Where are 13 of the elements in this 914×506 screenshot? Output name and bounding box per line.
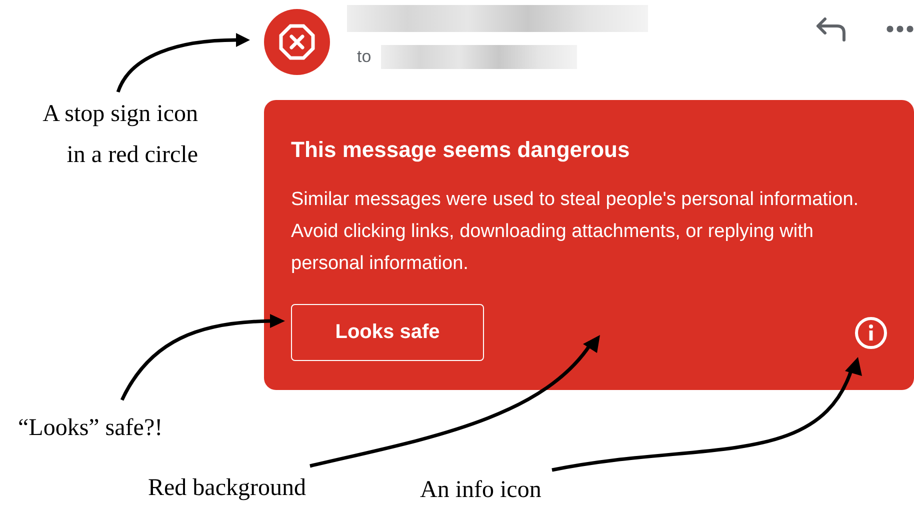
annotation-text: in a red circle [66, 141, 198, 170]
stop-sign-icon [264, 9, 330, 75]
warning-title: This message seems dangerous [291, 136, 631, 164]
info-icon[interactable] [854, 316, 888, 350]
annotation-text: “Looks” safe?! [18, 414, 163, 443]
annotation-text: A stop sign icon [42, 100, 198, 129]
more-icon[interactable] [886, 25, 914, 33]
recipient-label: to [357, 47, 372, 67]
annotation-text: Red background [148, 474, 306, 503]
annotation-text: An info icon [420, 476, 542, 505]
looks-safe-button[interactable]: Looks safe [291, 304, 484, 361]
reply-icon[interactable] [815, 16, 847, 42]
warning-message: Similar messages were used to steal people's personal information. Avoid clicking links, downloading attachments, or replying with personal information. [291, 188, 860, 276]
